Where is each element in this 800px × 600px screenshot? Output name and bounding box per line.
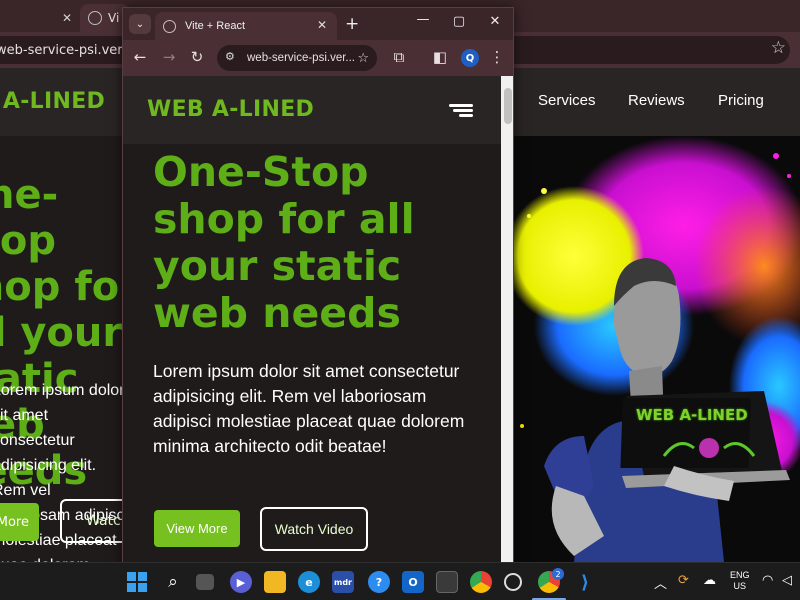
chrome-notification-badge: 2 <box>552 568 564 580</box>
input-language-indicator[interactable]: ENG US <box>730 570 750 592</box>
show-hidden-icons-chevron[interactable]: ︿ <box>654 573 667 592</box>
outlook-icon[interactable]: O <box>402 571 424 593</box>
maximize-icon[interactable]: ▢ <box>449 14 469 29</box>
hamburger-menu-icon[interactable] <box>447 104 473 118</box>
close-tab-icon[interactable]: ✕ <box>62 11 72 25</box>
wifi-icon[interactable]: ◠ <box>762 573 773 588</box>
site-settings-icon[interactable]: ⚙ <box>225 50 245 66</box>
chrome-icon[interactable] <box>470 571 492 593</box>
mdr-app-icon[interactable]: mdr <box>332 571 354 593</box>
view-more-button[interactable]: View More <box>154 510 240 547</box>
hero-illustration: WEB A-LINED <box>514 136 800 562</box>
menu-kebab-icon[interactable]: ⋮ <box>487 48 507 66</box>
forward-arrow-icon[interactable]: → <box>159 48 179 66</box>
onedrive-cloud-icon[interactable]: ☁ <box>703 573 716 588</box>
side-panel-icon[interactable]: ◧ <box>430 48 450 66</box>
view-more-label: View More <box>0 514 29 530</box>
back-arrow-icon[interactable]: ← <box>130 48 150 66</box>
start-windows-icon[interactable] <box>126 571 148 593</box>
speaker-icon[interactable]: ◁ <box>782 573 792 588</box>
hero-body: Lorem ipsum dolor sit amet consectetur a… <box>153 361 465 456</box>
reload-icon[interactable]: ↻ <box>187 48 207 66</box>
new-tab-plus-icon[interactable]: + <box>345 14 359 34</box>
hamburger-line <box>449 104 473 107</box>
globe-icon <box>88 11 102 25</box>
background-tab-previous[interactable]: ✕ <box>0 4 80 32</box>
hamburger-line <box>459 114 473 117</box>
windows-logo <box>127 572 147 592</box>
nav-link-pricing[interactable]: Pricing <box>718 92 764 109</box>
task-view-icon[interactable] <box>196 574 214 590</box>
brand-logo[interactable]: WEB A-LINED <box>147 97 314 122</box>
close-window-icon[interactable]: ✕ <box>485 14 505 29</box>
extensions-puzzle-icon[interactable]: ⧉ <box>389 48 409 66</box>
address-bar[interactable]: ⚙ web-service-psi.ver... ☆ <box>217 45 377 71</box>
search-icon[interactable]: ⌕ <box>162 571 184 593</box>
watch-video-label: Watch Video <box>274 521 354 537</box>
page-viewport: WEB A-LINED One-Stop shop for all your s… <box>123 76 501 566</box>
help-app-icon[interactable]: ? <box>368 571 390 593</box>
background-brand-logo[interactable]: WEB A-LINED <box>0 89 105 114</box>
minimize-icon[interactable]: — <box>413 12 433 27</box>
obs-icon[interactable] <box>504 573 522 591</box>
page-scrollbar[interactable] <box>501 76 513 566</box>
store-icon[interactable] <box>436 571 458 593</box>
windows-taskbar: ⌕ ▶ e mdr ? O 2 ⟩ ︿ ⟳ ☁ ENG US ◠ ◁ <box>0 562 800 600</box>
active-tab[interactable]: Vite + React ✕ <box>155 12 337 40</box>
tab-title: Vite + React <box>185 20 246 32</box>
bookmark-star-icon[interactable]: ☆ <box>357 51 369 66</box>
background-view-more-button[interactable]: View More <box>0 503 39 541</box>
watch-video-button[interactable]: Watch Video <box>260 507 368 551</box>
vscode-icon[interactable]: ⟩ <box>574 571 596 593</box>
tab-search-chevron-icon[interactable]: ⌄ <box>129 14 151 34</box>
region-code: US <box>733 581 747 591</box>
scrollbar-thumb[interactable] <box>504 88 512 124</box>
view-more-label: View More <box>166 521 228 536</box>
hero-title: One-Stop shop for all your static web ne… <box>153 148 415 337</box>
close-tab-icon[interactable]: ✕ <box>317 18 327 32</box>
nav-link-services[interactable]: Services <box>538 92 596 109</box>
teams-chat-icon[interactable]: ▶ <box>230 571 252 593</box>
foreground-browser-window: ⌄ Vite + React ✕ + — ▢ ✕ ← → ↻ ⚙ web-ser… <box>122 7 514 567</box>
bookmark-star-icon[interactable]: ☆ <box>771 38 786 58</box>
language-code: ENG <box>730 570 750 580</box>
laptop-screen-text: WEB A-LINED <box>636 406 748 424</box>
background-tab-title: Vi <box>108 11 120 25</box>
file-explorer-icon[interactable] <box>264 571 286 593</box>
sync-app-tray-icon[interactable]: ⟳ <box>678 573 689 588</box>
profile-avatar[interactable]: Q <box>461 49 479 67</box>
globe-icon <box>163 19 176 33</box>
paint-splash-illustration <box>514 136 800 562</box>
edge-icon[interactable]: e <box>298 571 320 593</box>
nav-link-reviews[interactable]: Reviews <box>628 92 685 109</box>
url-text: web-service-psi.ver... <box>247 52 356 64</box>
hamburger-line <box>453 109 473 112</box>
